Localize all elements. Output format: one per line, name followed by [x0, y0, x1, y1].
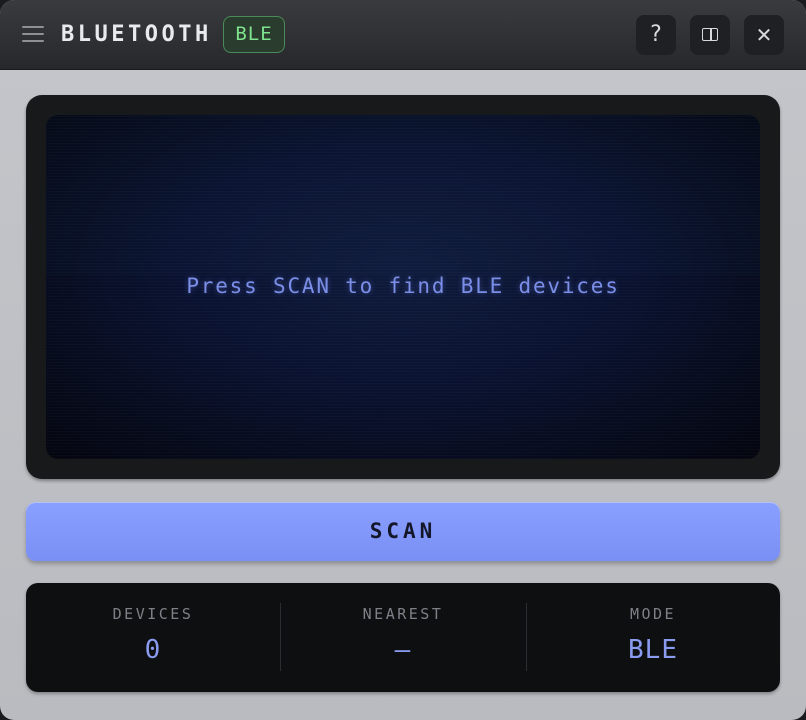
close-button[interactable]: ✕: [744, 15, 784, 55]
stat-value: BLE: [628, 635, 678, 665]
stat-label: NEAREST: [362, 605, 444, 623]
stat-value: —: [394, 635, 412, 665]
hamburger-menu-icon[interactable]: [22, 25, 44, 43]
ble-badge: BLE: [223, 16, 285, 53]
split-panel-icon: [702, 28, 718, 41]
panel-toggle-button[interactable]: [690, 15, 730, 55]
display-bezel: Press SCAN to find BLE devices: [26, 95, 780, 479]
stat-nearest: NEAREST —: [280, 583, 526, 692]
stats-panel: DEVICES 0 NEAREST — MODE BLE: [26, 583, 780, 692]
title-bar: BLUETOOTH BLE ? ✕: [0, 0, 806, 70]
stat-label: MODE: [629, 605, 677, 623]
stat-label: DEVICES: [112, 605, 194, 623]
stat-mode: MODE BLE: [526, 583, 780, 692]
close-icon: ✕: [755, 23, 773, 47]
app-title: BLUETOOTH: [61, 22, 212, 47]
device-display-screen: Press SCAN to find BLE devices: [46, 115, 760, 459]
display-message: Press SCAN to find BLE devices: [186, 274, 620, 298]
bluetooth-window: BLUETOOTH BLE ? ✕ Press SCAN to find BLE…: [0, 0, 806, 720]
stat-value: 0: [144, 635, 162, 665]
help-button[interactable]: ?: [636, 15, 676, 55]
help-icon: ?: [650, 22, 662, 47]
stat-devices: DEVICES 0: [26, 583, 280, 692]
scan-button[interactable]: SCAN: [26, 502, 780, 561]
